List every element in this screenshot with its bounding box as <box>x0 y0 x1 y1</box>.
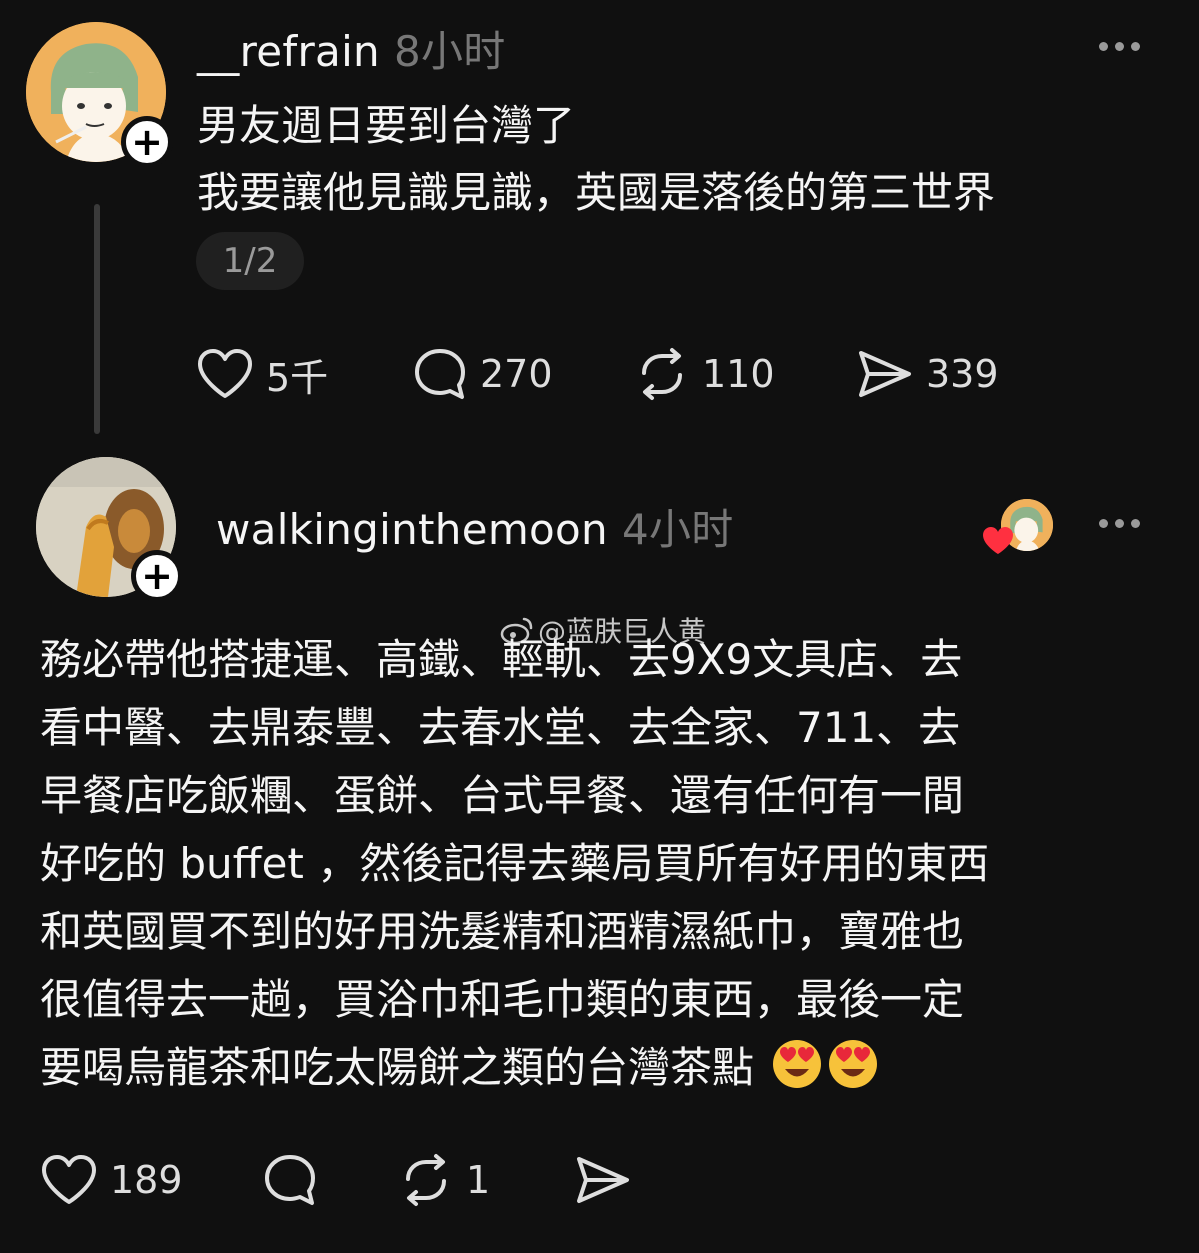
post-text-line: 男友週日要到台灣了 <box>197 101 576 150</box>
post-text-line: 我要讓他見識見識，英國是落後的第三世界 <box>197 168 996 217</box>
share-count: 339 <box>926 352 999 396</box>
comment-button[interactable] <box>262 1152 398 1208</box>
more-options-icon[interactable] <box>1099 42 1140 51</box>
post-text-line: 看中醫、去鼎泰豐、去春水堂、去全家、711、去 <box>40 703 961 752</box>
thread-connector-line <box>94 204 100 434</box>
like-button[interactable]: 189 <box>40 1154 262 1206</box>
heart-outline-icon <box>42 1155 96 1204</box>
username-link[interactable]: walkinginthemoon <box>216 505 608 554</box>
repost-arrows-icon <box>406 1154 446 1206</box>
carousel-page-indicator[interactable]: 1/2 <box>196 232 304 290</box>
more-options-icon[interactable] <box>1099 519 1140 528</box>
heart-eyes-emoji <box>773 1040 822 1088</box>
like-count: 5千 <box>266 355 329 400</box>
post-time: 8小时 <box>393 27 506 76</box>
post-text-line: 務必帶他搭捷運、高鐵、輕軌、去9X9文具店、去 <box>40 635 963 684</box>
post-author: walkinginthemoon 4小时 <box>216 496 734 557</box>
post-actions: 189 1 <box>40 1152 644 1208</box>
post-text-line: 好吃的 buffet ，然後記得去藥局買所有好用的東西 <box>40 839 990 888</box>
red-heart-icon <box>983 527 1013 554</box>
repost-count: 1 <box>466 1158 491 1202</box>
follow-button[interactable]: + <box>121 116 173 168</box>
post-actions: 5千 270 110 339 <box>196 346 999 402</box>
threads-feed: + __refrain 8小时 男友週日要到台灣了 我要讓他見識見識，英國是落後的… <box>0 0 1199 1253</box>
follow-button[interactable]: + <box>131 550 183 602</box>
heart-eyes-emoji <box>829 1040 878 1088</box>
post-text-line: 早餐店吃飯糰、蛋餅、台式早餐、還有任何有一間 <box>40 771 965 820</box>
post-author: __refrain 8小时 <box>197 18 506 79</box>
send-paper-plane-icon <box>859 351 911 397</box>
post-text-line: 和英國買不到的好用洗髮精和酒精濕紙巾，寶雅也 <box>40 907 965 956</box>
post-body: 務必帶他搭捷運、高鐵、輕軌、去9X9文具店、去 看中醫、去鼎泰豐、去春水堂、去全… <box>40 626 1130 1102</box>
send-paper-plane-icon <box>577 1157 629 1203</box>
repost-button[interactable]: 1 <box>398 1153 574 1207</box>
share-button[interactable]: 339 <box>856 348 999 400</box>
post-text-line: 很值得去一趟，買浴巾和毛巾類的東西，最後一定 <box>40 975 965 1024</box>
share-button[interactable] <box>574 1154 644 1206</box>
repost-button[interactable]: 110 <box>634 347 856 401</box>
post-text-line-last: 要喝烏龍茶和吃太陽餅之類的台灣茶點 <box>40 1034 1130 1102</box>
repost-arrows-icon <box>642 348 682 400</box>
post-text-line: 要喝烏龍茶和吃太陽餅之類的台灣茶點 <box>40 1043 755 1092</box>
heart-outline-icon <box>198 349 252 398</box>
comment-button[interactable]: 270 <box>412 346 634 402</box>
username-link[interactable]: __refrain <box>197 27 380 76</box>
like-button[interactable]: 5千 <box>196 347 412 402</box>
speech-bubble-icon <box>265 1155 315 1205</box>
post-body: 男友週日要到台灣了 我要讓他見識見識，英國是落後的第三世界 <box>197 92 1157 226</box>
like-count: 189 <box>110 1158 183 1202</box>
post-time: 4小时 <box>621 505 734 554</box>
repost-count: 110 <box>702 352 775 396</box>
speech-bubble-icon <box>415 349 465 399</box>
comment-count: 270 <box>480 352 553 396</box>
